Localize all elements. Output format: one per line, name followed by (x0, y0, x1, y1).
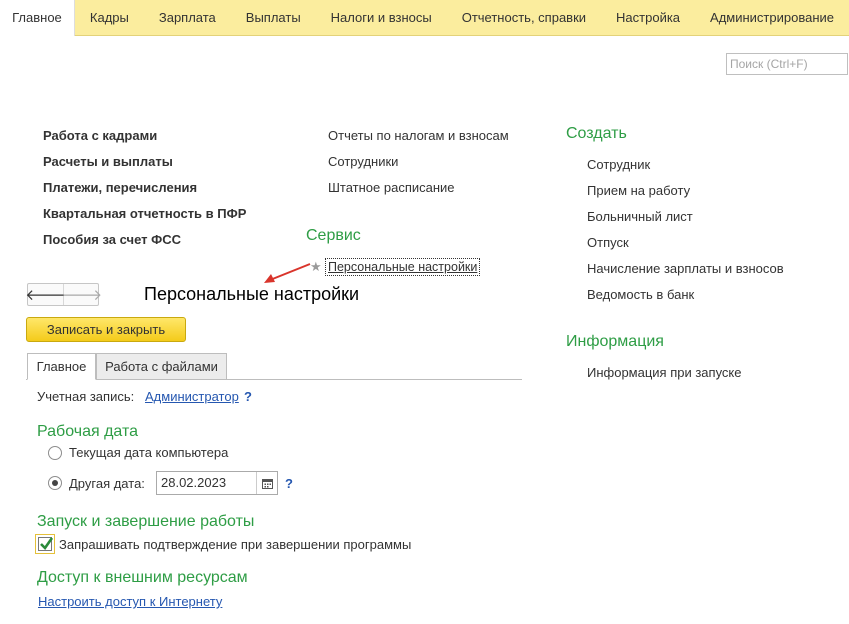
link-staff-schedule[interactable]: Штатное расписание (328, 180, 455, 195)
checkmark-icon (40, 537, 54, 551)
date-field[interactable]: 28.02.2023 (156, 471, 278, 495)
create-payroll[interactable]: Начисление зарплаты и взносов (587, 261, 784, 276)
menu-tab-payments[interactable]: Выплаты (231, 0, 316, 36)
section-hr-work[interactable]: Работа с кадрами (43, 128, 157, 143)
create-bank-statement[interactable]: Ведомость в банк (587, 287, 694, 302)
forward-arrow-icon[interactable]: 🡒 (62, 284, 102, 305)
service-heading: Сервис (306, 227, 361, 244)
menu-tab-reports[interactable]: Отчетность, справки (447, 0, 601, 36)
internet-access-link[interactable]: Настроить доступ к Интернету (38, 594, 222, 609)
info-heading: Информация (566, 333, 664, 350)
radio-other-date-label: Другая дата: (69, 476, 145, 491)
account-label: Учетная запись: (37, 389, 135, 404)
tab-main[interactable]: Главное (27, 353, 96, 380)
radio-current-date[interactable] (48, 446, 62, 460)
radio-other-date[interactable] (48, 476, 62, 490)
calendar-icon[interactable] (256, 472, 277, 494)
account-help-icon[interactable]: ? (244, 389, 252, 404)
radio-current-date-label: Текущая дата компьютера (69, 445, 229, 460)
date-value[interactable]: 28.02.2023 (157, 472, 256, 494)
menu-tab-admin[interactable]: Администрирование (695, 0, 849, 36)
form-title: Персональные настройки (144, 284, 360, 304)
tab-files[interactable]: Работа с файлами (96, 353, 227, 380)
create-hiring[interactable]: Прием на работу (587, 183, 690, 198)
date-help-icon[interactable]: ? (285, 476, 293, 491)
startup-heading: Запуск и завершение работы (37, 513, 255, 530)
nav-buttons: 🡐 🡒 (25, 283, 102, 306)
create-heading: Создать (566, 125, 627, 142)
confirm-exit-label: Запрашивать подтверждение при завершении… (59, 537, 412, 552)
back-arrow-icon[interactable]: 🡐 (25, 284, 66, 305)
create-sick-leave[interactable]: Больничный лист (587, 209, 693, 224)
section-transfers[interactable]: Платежи, перечисления (43, 180, 197, 195)
search-input[interactable] (726, 53, 848, 75)
menu-tab-hr[interactable]: Кадры (75, 0, 144, 36)
menu-tab-taxes[interactable]: Налоги и взносы (316, 0, 447, 36)
account-value-link[interactable]: Администратор (145, 389, 239, 404)
save-and-close-button[interactable]: Записать и закрыть (26, 317, 186, 342)
section-calc-payments[interactable]: Расчеты и выплаты (43, 154, 173, 169)
create-vacation[interactable]: Отпуск (587, 235, 629, 250)
section-fss-benefits[interactable]: Пособия за счет ФСС (43, 232, 181, 247)
work-date-heading: Рабочая дата (37, 423, 139, 440)
external-heading: Доступ к внешним ресурсам (37, 569, 248, 586)
menu-tab-settings[interactable]: Настройка (601, 0, 695, 36)
link-employees[interactable]: Сотрудники (328, 154, 398, 169)
info-startup[interactable]: Информация при запуске (587, 365, 742, 380)
confirm-exit-checkbox[interactable] (35, 534, 55, 554)
create-employee[interactable]: Сотрудник (587, 157, 650, 172)
personal-settings-link[interactable]: Персональные настройки (325, 258, 481, 276)
menu-tab-main[interactable]: Главное (0, 0, 75, 36)
main-menu-bar: Главное Кадры Зарплата Выплаты Налоги и … (0, 0, 849, 36)
section-pfr-reporting[interactable]: Квартальная отчетность в ПФР (43, 206, 246, 221)
menu-tab-salary[interactable]: Зарплата (144, 0, 231, 36)
link-tax-reports[interactable]: Отчеты по налогам и взносам (328, 128, 509, 143)
